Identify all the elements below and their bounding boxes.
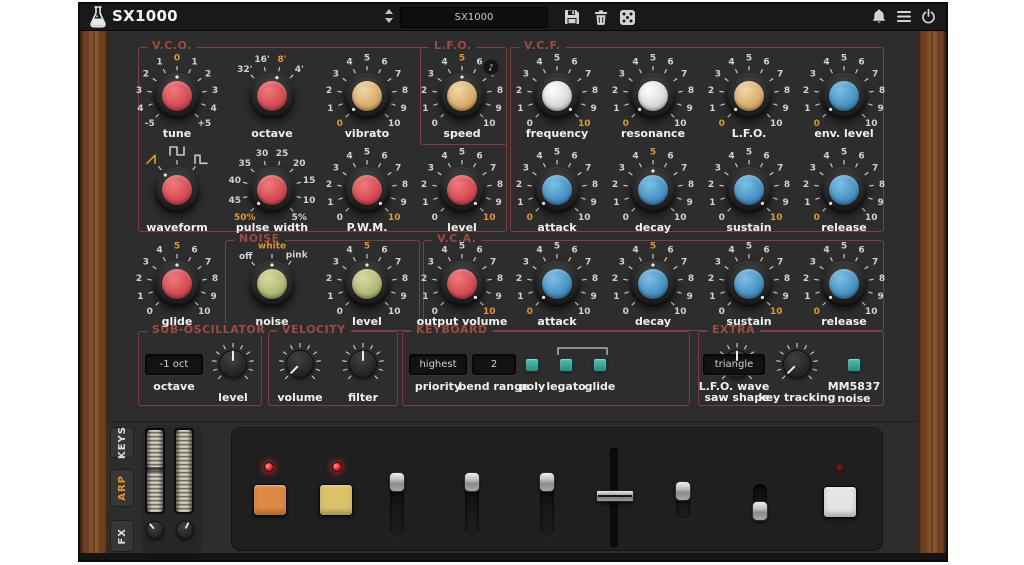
tab-keys[interactable]: KEYS — [110, 425, 134, 460]
extra-mm5837-toggle[interactable] — [847, 358, 861, 372]
vcf-lfo-knob-cap[interactable] — [734, 81, 764, 111]
kb-bend-range-dropdown[interactable]: 2 — [472, 354, 516, 375]
vca-sustain-knob-cap[interactable] — [734, 269, 764, 299]
bell-icon[interactable] — [871, 8, 887, 28]
preset-spinner[interactable] — [384, 8, 394, 27]
menu-icon[interactable] — [896, 10, 912, 26]
arp-chord-button[interactable] — [823, 486, 857, 518]
arp-on-off-button[interactable] — [253, 484, 287, 516]
app-title: SX1000 — [112, 7, 178, 25]
velocity-filter-knob[interactable] — [349, 350, 377, 378]
velocity-volume-knob[interactable] — [286, 350, 314, 378]
vcf-attack-knob-cap[interactable] — [542, 175, 572, 205]
preset-name: SX1000 — [454, 12, 494, 23]
sub-level-knob[interactable] — [219, 350, 247, 378]
tab-arp-label: ARP — [116, 475, 128, 501]
vco-vibrato-knob-cap[interactable] — [352, 81, 382, 111]
preset-field[interactable]: SX1000 — [400, 7, 548, 28]
flask-icon — [88, 5, 108, 32]
kb-priority-value: highest — [419, 359, 457, 370]
arp-on-off-led — [264, 462, 274, 472]
tab-fx-label: FX — [116, 527, 128, 545]
extra-key-tracking-knob[interactable] — [783, 350, 811, 378]
vca-output-volume-knob-cap[interactable] — [447, 269, 477, 299]
sub-octave-value: -1 oct — [159, 359, 189, 370]
vcf-resonance-knob-cap[interactable] — [638, 81, 668, 111]
lfo-speed-knob-cap[interactable] — [447, 81, 477, 111]
sx1000-plugin-window: SX1000 SX1000 V.C.O. L.F.O. V.C.F. NOISE… — [0, 0, 1024, 565]
kb-legato-toggle[interactable] — [559, 358, 573, 372]
vca-release-knob-cap[interactable] — [829, 269, 859, 299]
arp-rate-fader-groove — [598, 495, 632, 497]
vca-decay-knob-cap[interactable] — [638, 269, 668, 299]
arp-hold-button[interactable] — [319, 484, 353, 516]
kb-bend-range-value: 2 — [490, 359, 498, 370]
tab-fx[interactable]: FX — [110, 520, 134, 552]
vcf-frequency-knob-cap[interactable] — [542, 81, 572, 111]
vcf-sustain-knob-cap[interactable] — [734, 175, 764, 205]
kb-glide-toggle[interactable] — [593, 358, 607, 372]
tab-arp[interactable]: ARP — [110, 469, 134, 507]
vco-tune-knob-cap[interactable] — [162, 81, 192, 111]
filter-wheel-shade — [147, 430, 163, 512]
vcf-env-level-knob-cap[interactable] — [829, 81, 859, 111]
vco-pulse-width-knob-cap[interactable] — [257, 175, 287, 205]
vcf-decay-knob-cap[interactable] — [638, 175, 668, 205]
vibrato-wheel-shade — [176, 430, 192, 512]
vcf-release-knob-cap[interactable] — [829, 175, 859, 205]
filter-wheel-amount-knob[interactable] — [146, 521, 164, 539]
arp-velocity-switch-handle[interactable] — [675, 481, 691, 501]
tab-keys-label: KEYS — [116, 425, 128, 460]
arp-hold-led — [332, 462, 342, 472]
arp-chord-led — [835, 463, 845, 473]
vco-pwm-knob-cap[interactable] — [352, 175, 382, 205]
arp-note-order-switch-handle[interactable] — [752, 501, 768, 521]
vco-glide-knob-cap[interactable] — [162, 269, 192, 299]
kb-poly-toggle[interactable] — [525, 358, 539, 372]
vco-level-knob-cap[interactable] — [447, 175, 477, 205]
random-dice-icon[interactable] — [619, 9, 636, 29]
sub-octave-dropdown[interactable]: -1 oct — [145, 354, 203, 375]
arp-bar-reset-switch-handle[interactable] — [464, 472, 480, 492]
save-icon[interactable] — [564, 9, 580, 28]
trash-icon[interactable] — [593, 9, 609, 28]
power-icon[interactable] — [920, 8, 937, 28]
noise-type-knob-cap[interactable] — [257, 269, 287, 299]
vca-attack-knob-cap[interactable] — [542, 269, 572, 299]
noise-level-knob-cap[interactable] — [352, 269, 382, 299]
extra-lfo-wave-dropdown[interactable]: triangle — [703, 354, 765, 375]
vco-octave-knob-cap[interactable] — [257, 81, 287, 111]
titlebar: SX1000 SX1000 — [78, 2, 948, 31]
arp-range-switch-handle[interactable] — [539, 472, 555, 492]
extra-lfo-wave-value: triangle — [714, 359, 754, 370]
vibrato-wheel-amount-knob[interactable] — [176, 521, 194, 539]
vco-waveform-knob-cap[interactable] — [162, 175, 192, 205]
arp-mode-switch-handle[interactable] — [389, 472, 405, 492]
kb-priority-dropdown[interactable]: highest — [409, 354, 467, 375]
controls-layer: -1 oct highest 2 triangle KEYS ARP FX — [0, 0, 1024, 565]
